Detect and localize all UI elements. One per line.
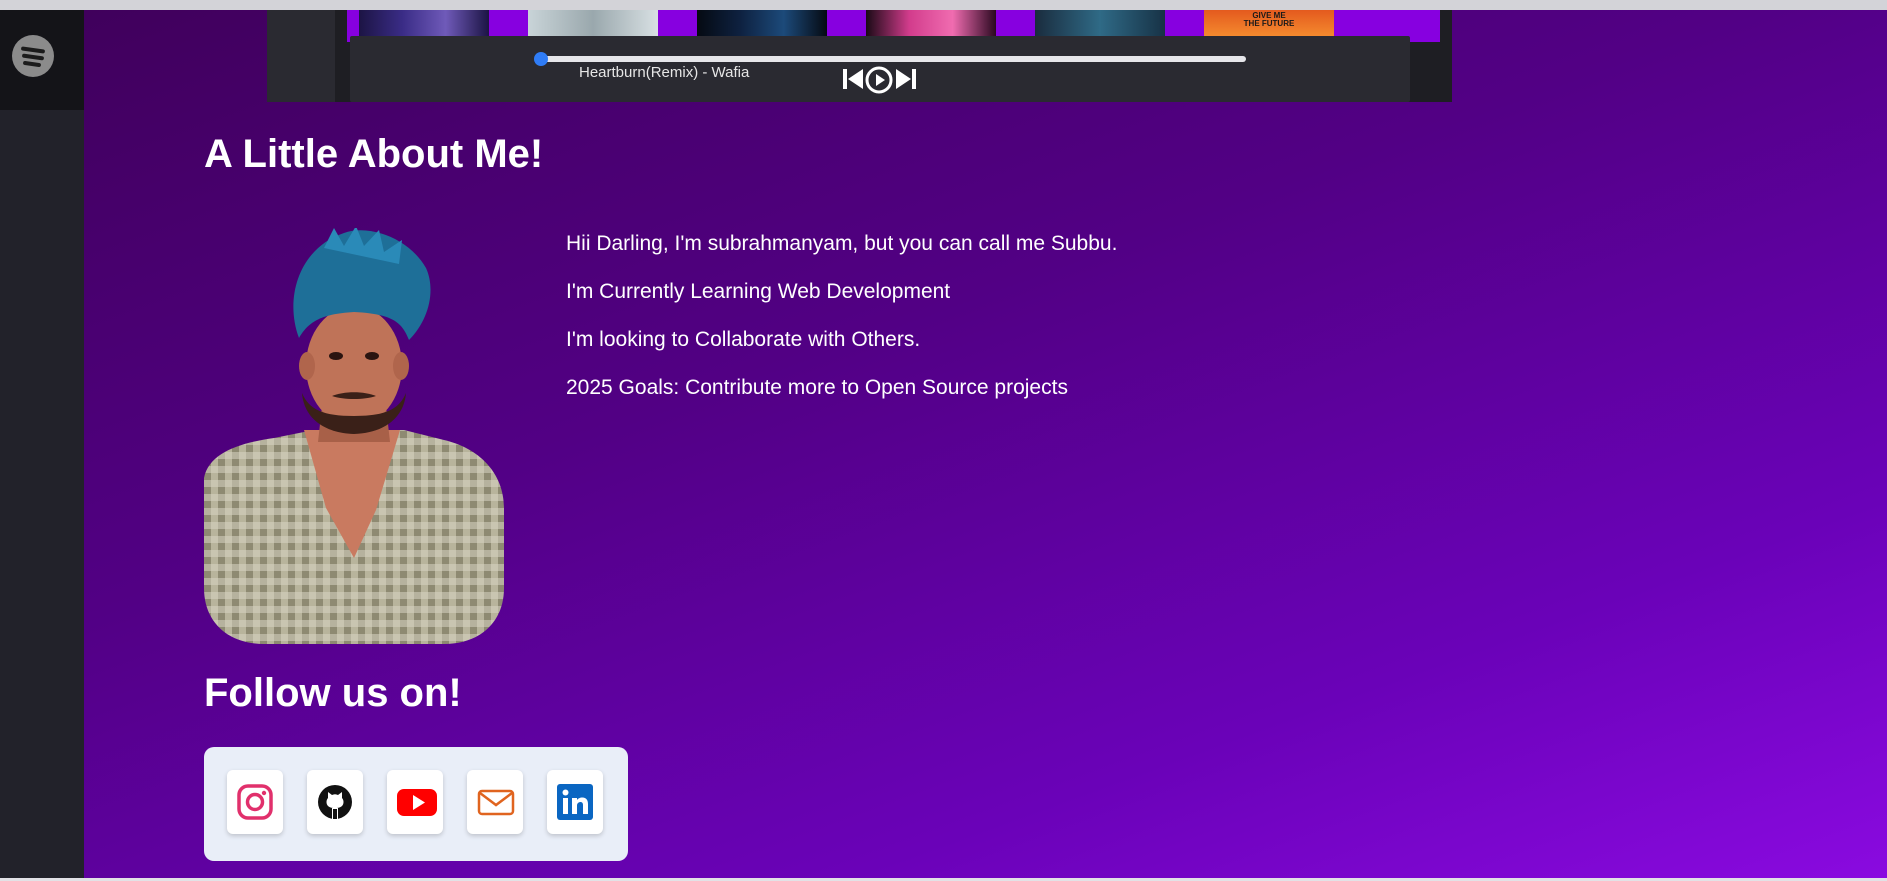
instagram-icon [237,784,273,820]
about-heading: A Little About Me! [204,132,544,176]
album-cover[interactable]: GIVE ME THE FUTURE [1204,10,1334,36]
music-player-section: GIVE ME THE FUTURE Heartburn(Remix) - Wa… [267,10,1452,102]
follow-heading: Follow us on! [204,671,462,715]
song-title: Heartburn(Remix) - Wafia [579,64,750,81]
browser-top-bar [0,0,1887,10]
progress-knob[interactable] [534,52,548,66]
linkedin-link[interactable] [547,770,603,834]
album-cover-text: GIVE ME THE FUTURE [1243,11,1295,28]
about-line: Hii Darling, I'm subrahmanyam, but you c… [566,232,1118,255]
song-progress-bar[interactable] [534,52,1246,66]
album-cover[interactable] [1035,10,1165,36]
about-line: I'm looking to Collaborate with Others. [566,328,921,351]
github-link[interactable] [307,770,363,834]
album-cover[interactable] [359,10,489,36]
sidebar-header [0,10,84,110]
youtube-link[interactable] [387,770,443,834]
main-content: GIVE ME THE FUTURE Heartburn(Remix) - Wa… [84,10,1887,878]
previous-track-icon[interactable] [843,68,863,90]
next-track-icon[interactable] [896,68,916,90]
youtube-icon [397,789,437,816]
about-line: 2025 Goals: Contribute more to Open Sour… [566,376,1068,399]
album-cover[interactable] [528,10,658,36]
player-side-panel [267,10,335,102]
mail-icon [477,789,515,816]
social-links-panel [204,747,628,861]
sidebar [0,10,84,878]
profile-photo [204,228,504,644]
github-icon [318,785,352,819]
email-link[interactable] [467,770,523,834]
play-button-icon[interactable] [865,66,893,94]
album-cover[interactable] [866,10,996,36]
instagram-link[interactable] [227,770,283,834]
linkedin-icon [557,784,593,820]
album-cover[interactable] [697,10,827,36]
about-line: I'm Currently Learning Web Development [566,280,951,303]
spotify-logo-icon[interactable] [12,35,54,77]
player-bar: Heartburn(Remix) - Wafia [350,36,1410,102]
